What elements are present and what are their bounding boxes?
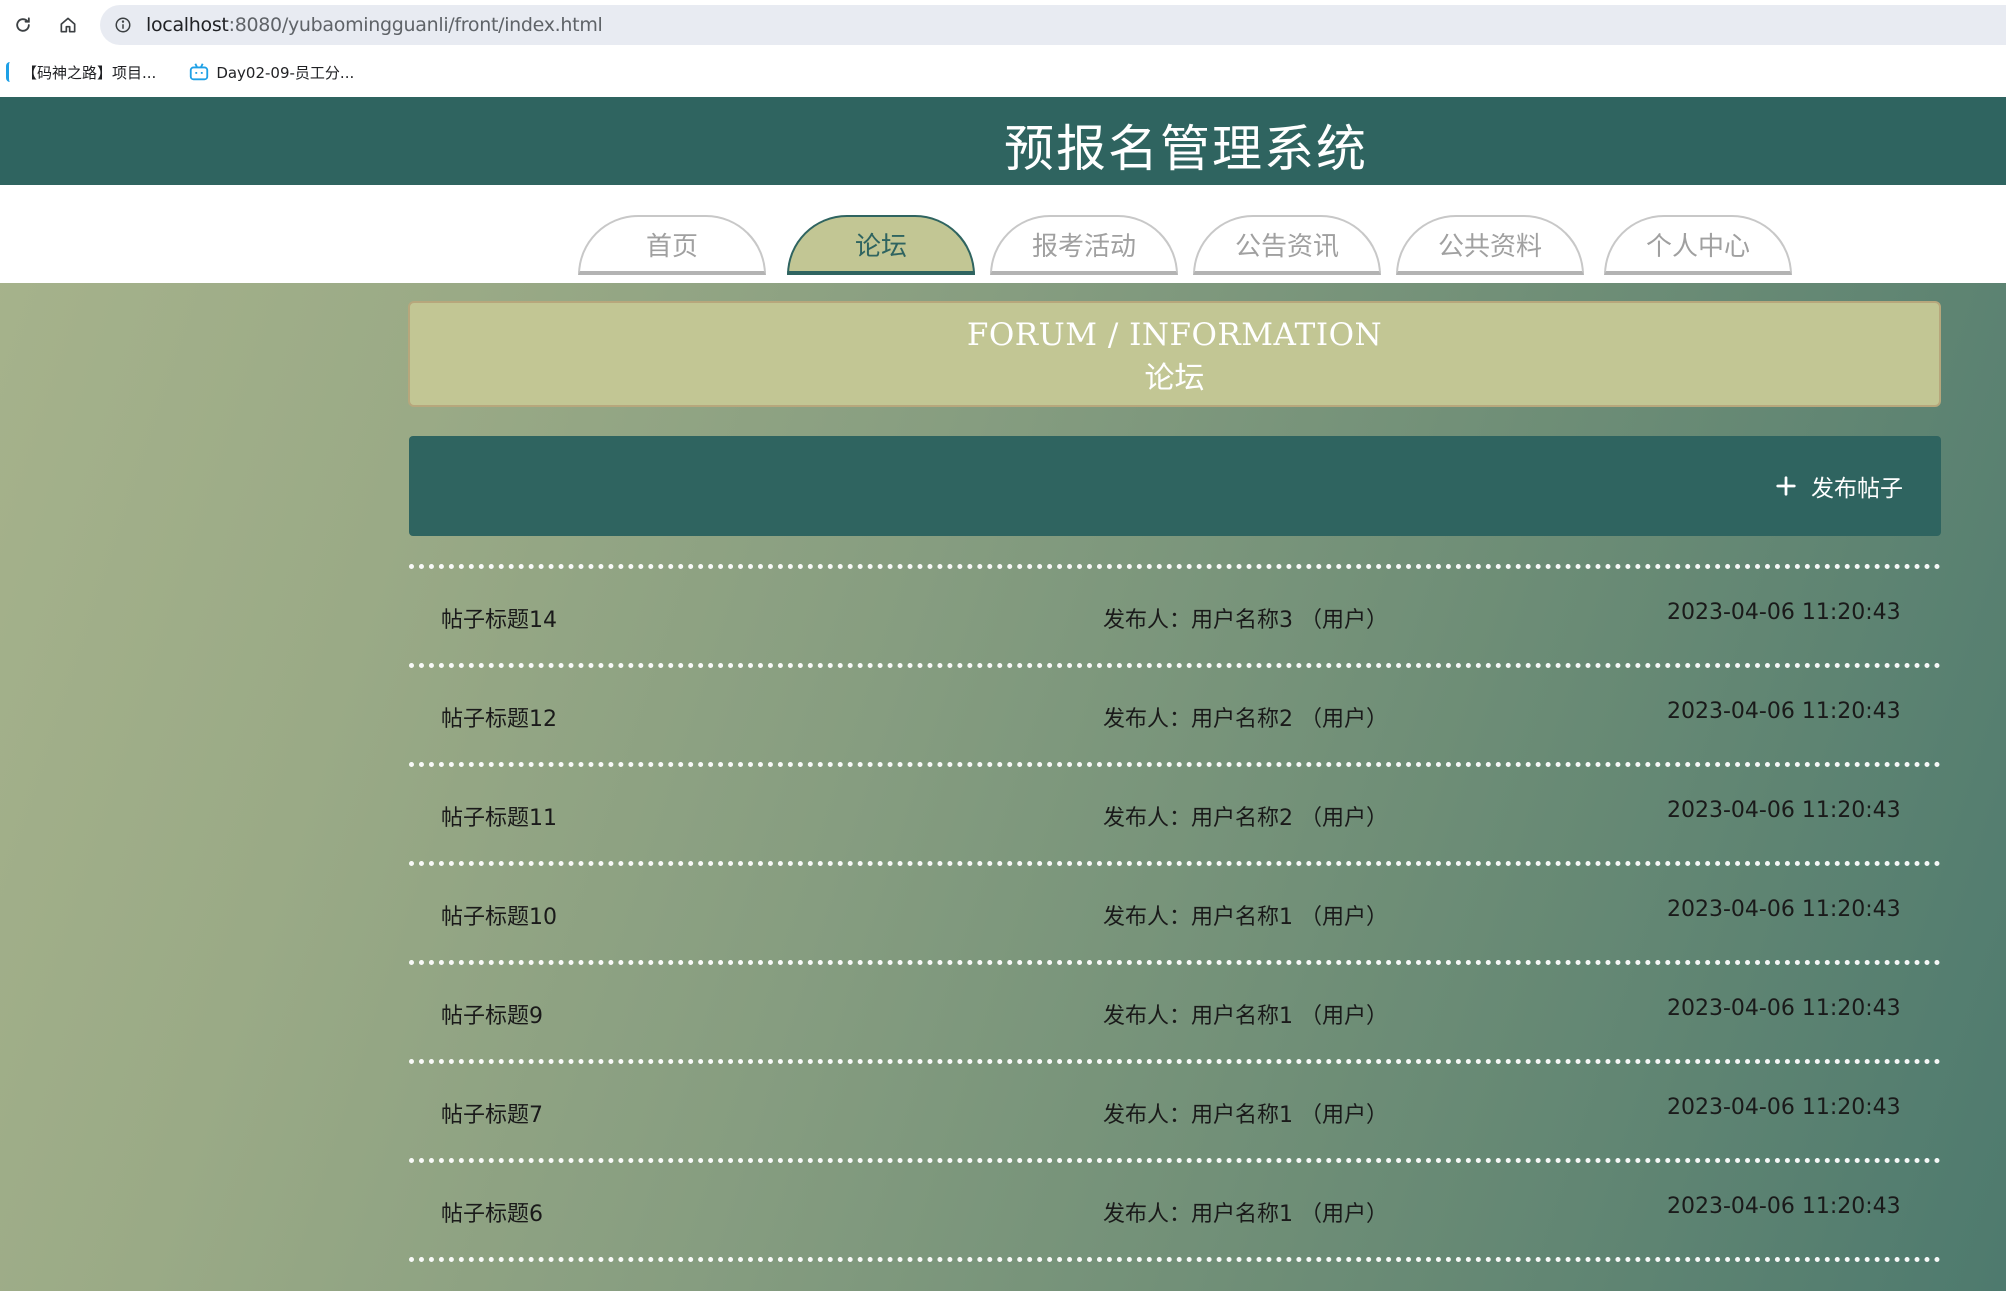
bookmark-label: Day02-09-员工分... xyxy=(216,63,355,82)
bookmark-favicon-icon xyxy=(6,62,16,82)
section-title-en: FORUM / INFORMATION xyxy=(966,317,1383,353)
post-time: 2023-04-06 11:20:43 xyxy=(1667,1095,1901,1120)
post-title[interactable]: 帖子标题11 xyxy=(441,800,557,832)
post-title[interactable]: 帖子标题9 xyxy=(441,998,543,1030)
post-author: 发布人：用户名称1 （用户） xyxy=(1103,1004,1388,1029)
post-title[interactable]: 帖子标题14 xyxy=(441,602,557,634)
post-time: 2023-04-06 11:20:43 xyxy=(1667,897,1901,922)
action-bar: 发布帖子 xyxy=(409,436,1941,536)
tab-forum[interactable]: 论坛 xyxy=(787,215,975,275)
bookmarks-bar: 【码神之路】项目... Day02-09-员工分... xyxy=(0,52,2006,92)
bookmark-item[interactable]: Day02-09-员工分... xyxy=(182,57,360,87)
list-item[interactable]: 帖子标题9 发布人：用户名称1 （用户） 2023-04-06 11:20:43 xyxy=(409,965,1941,1059)
post-author: 发布人：用户名称1 （用户） xyxy=(1103,1103,1388,1128)
tab-announcements[interactable]: 公告资讯 xyxy=(1193,215,1381,275)
list-item[interactable]: 帖子标题7 发布人：用户名称1 （用户） 2023-04-06 11:20:43 xyxy=(409,1064,1941,1158)
browser-toolbar: localhost:8080/yubaomingguanli/front/ind… xyxy=(0,0,2006,50)
bookmark-item[interactable]: 【码神之路】项目... xyxy=(0,57,162,87)
reload-icon[interactable] xyxy=(6,8,40,42)
section-banner: FORUM / INFORMATION 论坛 xyxy=(408,301,1941,407)
bilibili-tv-icon xyxy=(190,63,209,81)
post-title[interactable]: 帖子标题10 xyxy=(441,899,557,931)
divider xyxy=(409,1257,1941,1262)
url-text: localhost:8080/yubaomingguanli/front/ind… xyxy=(146,14,603,36)
post-author: 发布人：用户名称2 （用户） xyxy=(1103,806,1388,831)
home-icon[interactable] xyxy=(51,8,85,42)
bookmark-label: 【码神之路】项目... xyxy=(22,63,157,82)
url-path: :8080/yubaomingguanli/front/index.html xyxy=(228,14,603,36)
tab-exam-activity[interactable]: 报考活动 xyxy=(990,215,1178,275)
post-time: 2023-04-06 11:20:43 xyxy=(1667,1194,1901,1219)
site-title: 预报名管理系统 xyxy=(1004,120,1368,178)
post-title[interactable]: 帖子标题6 xyxy=(441,1196,543,1228)
post-time: 2023-04-06 11:20:43 xyxy=(1667,699,1901,724)
post-list: 帖子标题14 发布人：用户名称3 （用户） 2023-04-06 11:20:4… xyxy=(409,564,1941,1262)
list-item[interactable]: 帖子标题11 发布人：用户名称2 （用户） 2023-04-06 11:20:4… xyxy=(409,767,1941,861)
section-title-cn: 论坛 xyxy=(1144,361,1205,396)
list-item[interactable]: 帖子标题14 发布人：用户名称3 （用户） 2023-04-06 11:20:4… xyxy=(409,569,1941,663)
post-time: 2023-04-06 11:20:43 xyxy=(1667,996,1901,1021)
list-item[interactable]: 帖子标题10 发布人：用户名称1 （用户） 2023-04-06 11:20:4… xyxy=(409,866,1941,960)
site-info-icon[interactable] xyxy=(106,8,140,42)
plus-icon xyxy=(1776,476,1796,496)
tab-personal-center[interactable]: 个人中心 xyxy=(1604,215,1792,275)
post-author: 发布人：用户名称1 （用户） xyxy=(1103,1202,1388,1227)
tab-home[interactable]: 首页 xyxy=(578,215,766,275)
post-author: 发布人：用户名称1 （用户） xyxy=(1103,905,1388,930)
page-content: 预报名管理系统 首页 论坛 报考活动 公告资讯 公共资料 个人中心 FORUM … xyxy=(0,97,2006,1291)
tab-public-materials[interactable]: 公共资料 xyxy=(1396,215,1584,275)
address-bar[interactable]: localhost:8080/yubaomingguanli/front/ind… xyxy=(100,5,2006,45)
post-time: 2023-04-06 11:20:43 xyxy=(1667,798,1901,823)
url-host: localhost xyxy=(146,14,229,36)
list-item[interactable]: 帖子标题12 发布人：用户名称2 （用户） 2023-04-06 11:20:4… xyxy=(409,668,1941,762)
post-author: 发布人：用户名称2 （用户） xyxy=(1103,707,1388,732)
post-title[interactable]: 帖子标题12 xyxy=(441,701,557,733)
post-time: 2023-04-06 11:20:43 xyxy=(1667,600,1901,625)
site-header xyxy=(0,97,2006,185)
list-item[interactable]: 帖子标题6 发布人：用户名称1 （用户） 2023-04-06 11:20:43 xyxy=(409,1163,1941,1257)
post-author: 发布人：用户名称3 （用户） xyxy=(1103,608,1388,633)
add-post-label: 发布帖子 xyxy=(1811,476,1903,502)
add-post-button[interactable]: 发布帖子 xyxy=(1775,466,1903,506)
post-title[interactable]: 帖子标题7 xyxy=(441,1097,543,1129)
